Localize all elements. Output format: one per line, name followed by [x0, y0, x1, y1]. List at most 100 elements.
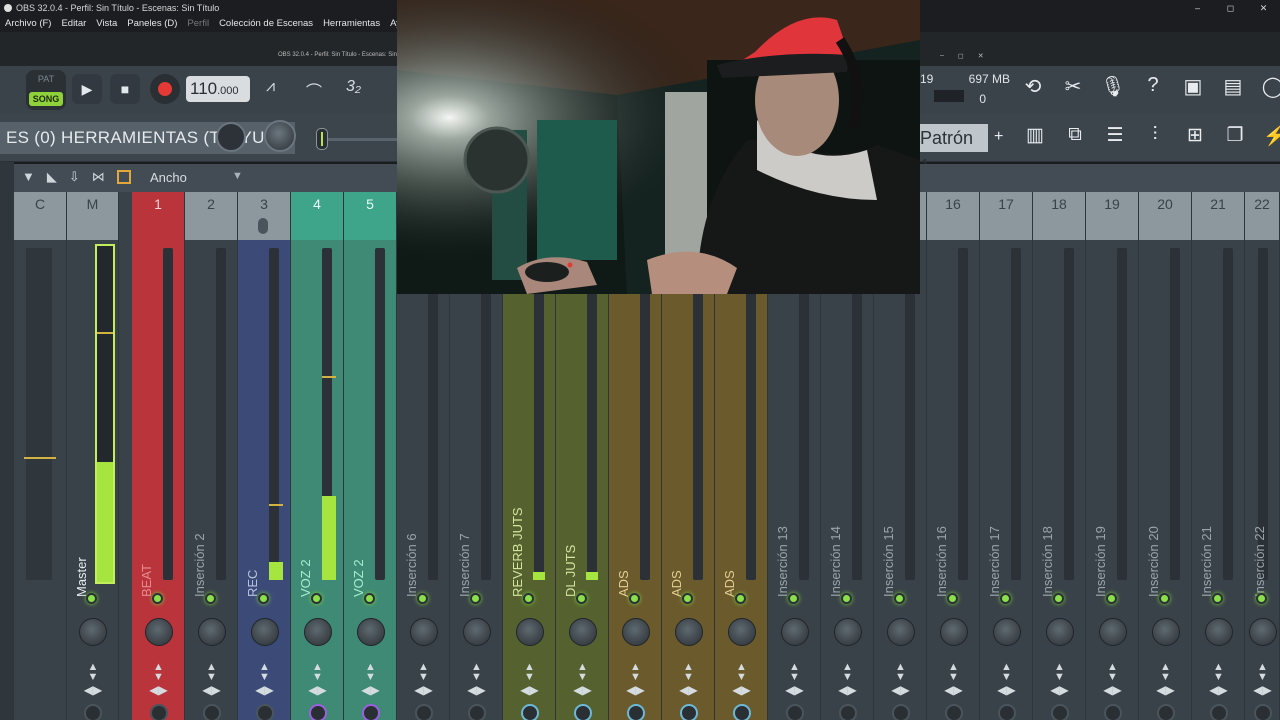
mute-led[interactable] [1052, 593, 1064, 604]
swap-arrows-icon[interactable]: ▲ ▼ [414, 662, 434, 683]
swap-arrows-icon[interactable]: ▲ ▼ [255, 662, 275, 683]
swap-arrows-icon[interactable]: ▲ ▼ [149, 662, 169, 683]
stereo-separation-icon[interactable]: ◀▶ [520, 683, 540, 697]
pan-knob[interactable] [1098, 618, 1127, 646]
send-ring-knob[interactable] [944, 704, 963, 720]
stereo-separation-icon[interactable]: ◀▶ [1253, 683, 1273, 697]
microphone-icon[interactable]: 🎙 [1100, 74, 1126, 99]
menu-archivo[interactable]: Archivo (F) [0, 16, 56, 32]
pan-knob[interactable] [621, 618, 650, 646]
stereo-separation-icon[interactable]: ◀▶ [308, 683, 328, 697]
stereo-separation-icon[interactable]: ◀▶ [1209, 683, 1229, 697]
stereo-separation-icon[interactable]: ◀▶ [785, 683, 805, 697]
loop-record-icon[interactable]: ⌒ [306, 78, 322, 102]
stereo-separation-icon[interactable]: ◀▶ [573, 683, 593, 697]
fader-track[interactable] [905, 248, 915, 580]
mute-led[interactable] [310, 593, 322, 604]
stereo-separation-icon[interactable]: ◀▶ [626, 683, 646, 697]
swap-arrows-icon[interactable]: ▲ ▼ [1050, 662, 1070, 683]
pan-knob[interactable] [780, 618, 809, 646]
mute-led[interactable] [204, 593, 216, 604]
chat-icon[interactable]: ◯ [1260, 74, 1280, 99]
stereo-separation-icon[interactable]: ◀▶ [838, 683, 858, 697]
pan-knob[interactable] [568, 618, 597, 646]
send-ring-knob[interactable] [361, 704, 380, 720]
swap-arrows-icon[interactable]: ▲ ▼ [785, 662, 805, 683]
fader-track[interactable] [1117, 248, 1127, 580]
pan-knob[interactable] [833, 618, 862, 646]
swap-arrows-icon[interactable]: ▲ ▼ [944, 662, 964, 683]
menu-vista[interactable]: Vista [91, 16, 122, 32]
fader-track[interactable] [799, 248, 809, 580]
stereo-separation-icon[interactable]: ◀▶ [679, 683, 699, 697]
mute-led[interactable] [1255, 593, 1267, 604]
save-icon[interactable]: ▣ [1180, 74, 1206, 99]
mute-led[interactable] [1211, 593, 1223, 604]
mixer-strip[interactable]: M Master ▲ ▼ ◀▶ [67, 192, 119, 720]
mixer-strip[interactable]: 17 Inserción 17 ▲ ▼ ◀▶ [980, 192, 1033, 720]
send-ring-knob[interactable] [1050, 704, 1069, 720]
preview-maximize-icon[interactable]: ◻ [958, 52, 964, 60]
browser-icon[interactable]: ⊞ [1182, 124, 1208, 148]
send-ring-knob[interactable] [732, 704, 751, 720]
stereo-separation-icon[interactable]: ◀▶ [467, 683, 487, 697]
swap-arrows-icon[interactable]: ▲ ▼ [732, 662, 752, 683]
menu-paneles[interactable]: Paneles (D) [122, 16, 182, 32]
swap-arrows-icon[interactable]: ▲ ▼ [891, 662, 911, 683]
send-ring-knob[interactable] [679, 704, 698, 720]
fader-track[interactable] [640, 248, 650, 580]
clipboard-icon[interactable]: ❐ [1222, 124, 1248, 148]
fader-track[interactable] [693, 248, 703, 580]
preview-close-icon[interactable]: ✕ [978, 52, 984, 60]
swap-arrows-icon[interactable]: ▲ ▼ [467, 662, 487, 683]
mute-led[interactable] [787, 593, 799, 604]
piano-roll-icon[interactable]: ⧉ [1062, 124, 1088, 148]
send-ring-knob[interactable] [1253, 704, 1272, 720]
arm-record-icon[interactable] [258, 218, 268, 234]
send-ring-knob[interactable] [838, 704, 857, 720]
swap-arrows-icon[interactable]: ▲ ▼ [361, 662, 381, 683]
send-ring-knob[interactable] [785, 704, 804, 720]
mixer-route-icon[interactable]: ⋈ [92, 169, 105, 185]
undo-icon[interactable]: ⟲ [1020, 74, 1046, 99]
send-ring-knob[interactable] [467, 704, 486, 720]
menu-herramientas[interactable]: Herramientas [318, 16, 385, 32]
mute-led[interactable] [522, 593, 534, 604]
swap-arrows-icon[interactable]: ▲ ▼ [573, 662, 593, 683]
pan-knob[interactable] [727, 618, 756, 646]
cut-icon[interactable]: ✂ [1060, 74, 1086, 99]
send-ring-knob[interactable] [573, 704, 592, 720]
swap-arrows-icon[interactable]: ▲ ▼ [1253, 662, 1273, 683]
mixer-arrow-icon[interactable]: ⇩ [69, 169, 80, 185]
pan-knob[interactable] [356, 618, 385, 646]
master-slider-thumb[interactable] [316, 128, 328, 150]
mixer-strip[interactable]: 22 Inserción 22 ▲ ▼ ◀▶ [1245, 192, 1280, 720]
pan-knob[interactable] [462, 618, 491, 646]
pan-knob[interactable] [939, 618, 968, 646]
main-volume-knob[interactable] [216, 122, 246, 152]
send-ring-knob[interactable] [1156, 704, 1175, 720]
tempo-display[interactable]: 110.000 [186, 76, 250, 102]
mixer-strip[interactable]: 1 BEAT ▲ ▼ ◀▶ [132, 192, 185, 720]
mixer-animal-icon[interactable]: ◣ [47, 169, 57, 185]
mixer-menu-icon[interactable]: ▼ [22, 169, 35, 185]
mute-led[interactable] [681, 593, 693, 604]
mixer-strip[interactable]: 3 REC ▲ ▼ ◀▶ [238, 192, 291, 720]
mute-led[interactable] [469, 593, 481, 604]
mute-led[interactable] [628, 593, 640, 604]
swap-arrows-icon[interactable]: ▲ ▼ [520, 662, 540, 683]
send-ring-knob[interactable] [626, 704, 645, 720]
metronome-icon[interactable]: ⩘ [266, 78, 275, 96]
pan-knob[interactable] [303, 618, 332, 646]
pan-knob[interactable] [992, 618, 1021, 646]
mute-led[interactable] [257, 593, 269, 604]
swap-arrows-icon[interactable]: ▲ ▼ [679, 662, 699, 683]
send-ring-knob[interactable] [308, 704, 327, 720]
mixer-strip[interactable]: 5 VOZ 2 ▲ ▼ ◀▶ [344, 192, 397, 720]
stop-button[interactable]: ■ [110, 74, 140, 104]
export-icon[interactable]: ▤ [1220, 74, 1246, 99]
width-dropdown-icon[interactable]: ▼ [232, 170, 243, 182]
stereo-separation-icon[interactable]: ◀▶ [149, 683, 169, 697]
menu-editar[interactable]: Editar [56, 16, 91, 32]
swap-arrows-icon[interactable]: ▲ ▼ [838, 662, 858, 683]
